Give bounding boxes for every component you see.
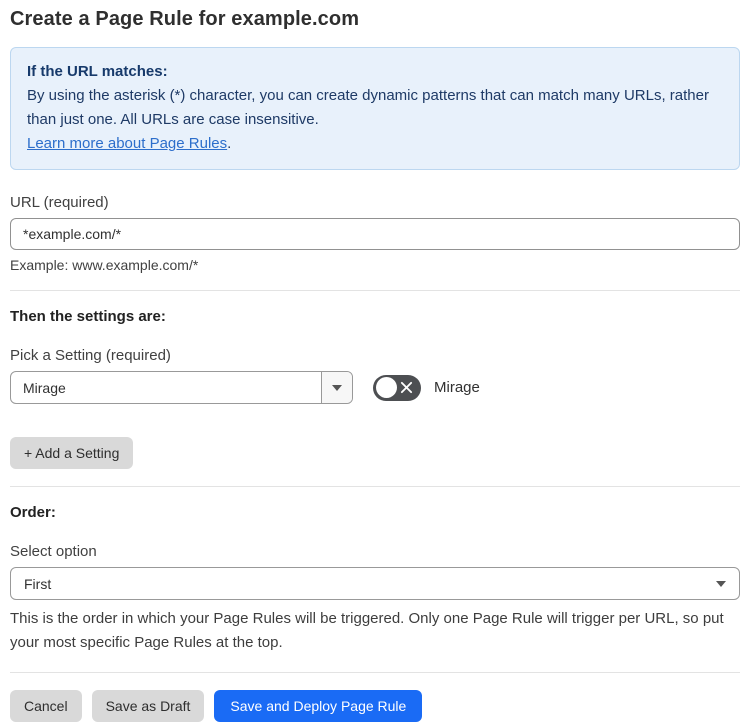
form-actions: Cancel Save as Draft Save and Deploy Pag… <box>10 690 740 722</box>
add-setting-button[interactable]: + Add a Setting <box>10 437 134 469</box>
url-field-label: URL (required) <box>10 194 109 211</box>
save-and-deploy-button[interactable]: Save and Deploy Page Rule <box>214 690 423 722</box>
info-box-link-line: Learn more about Page Rules. <box>27 132 723 156</box>
divider <box>10 672 740 673</box>
chevron-down-icon <box>332 384 342 391</box>
info-box-body: By using the asterisk (*) character, you… <box>27 87 709 128</box>
order-select-label: Select option <box>10 543 97 560</box>
url-match-info-box: If the URL matches: By using the asteris… <box>10 47 740 170</box>
order-select-value: First <box>24 575 52 592</box>
divider <box>10 486 740 487</box>
setting-dropdown[interactable]: Mirage <box>10 371 353 404</box>
save-as-draft-button[interactable]: Save as Draft <box>91 690 205 722</box>
order-helper-text: This is the order in which your Page Rul… <box>10 610 724 651</box>
order-section-heading: Order: <box>10 504 56 521</box>
toggle-off-x-icon <box>400 381 413 393</box>
setting-picker-label: Pick a Setting (required) <box>10 347 171 364</box>
url-input[interactable] <box>10 218 740 250</box>
chevron-down-icon <box>716 580 726 587</box>
setting-dropdown-value: Mirage <box>23 379 66 396</box>
mirage-toggle[interactable] <box>373 374 421 401</box>
order-select[interactable]: First <box>10 567 740 600</box>
setting-row: Mirage Mirage <box>10 371 740 404</box>
setting-dropdown-arrow-button[interactable] <box>321 372 352 403</box>
info-box-heading: If the URL matches: <box>27 63 168 80</box>
cancel-button[interactable]: Cancel <box>10 690 82 722</box>
divider <box>10 290 740 291</box>
toggle-knob <box>376 377 397 398</box>
toggle-label: Mirage <box>434 379 480 396</box>
learn-more-link[interactable]: Learn more about Page Rules <box>27 135 227 152</box>
page-title: Create a Page Rule for example.com <box>10 8 360 30</box>
settings-section-heading: Then the settings are: <box>10 308 166 325</box>
link-suffix: . <box>227 135 232 152</box>
url-helper-text: Example: www.example.com/* <box>10 257 199 273</box>
